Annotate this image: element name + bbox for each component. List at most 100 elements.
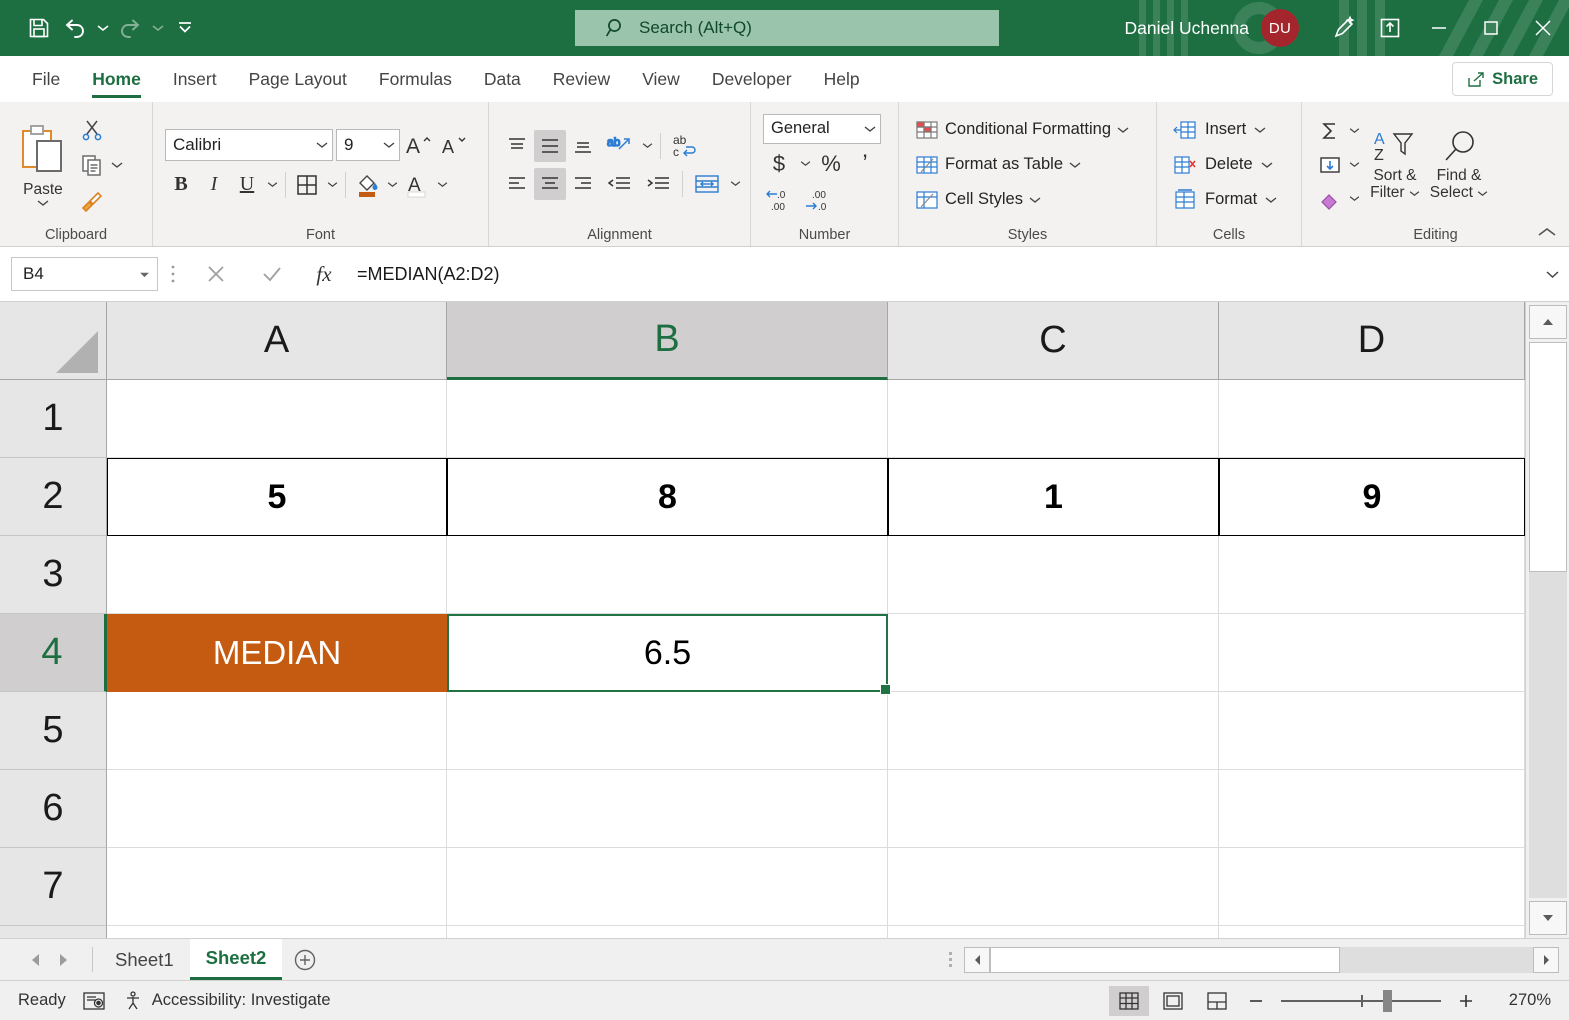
search-input[interactable]: Search (Alt+Q) <box>575 10 999 46</box>
cell-b3[interactable] <box>447 536 888 614</box>
tab-review[interactable]: Review <box>537 56 626 102</box>
accounting-dropdown-icon[interactable] <box>797 148 813 180</box>
sheet-tab-sheet1[interactable]: Sheet1 <box>99 939 190 980</box>
cell-styles-button[interactable]: Cell Styles <box>911 184 1133 216</box>
horizontal-scroll-thumb[interactable] <box>990 946 1340 973</box>
decrease-font-size-icon[interactable]: A <box>438 129 470 161</box>
sort-and-filter-button[interactable]: A Z Sort & Filter <box>1364 128 1426 201</box>
format-painter-icon[interactable] <box>76 184 108 216</box>
redo-dropdown-icon[interactable] <box>149 11 166 45</box>
cell-c4[interactable] <box>888 614 1219 692</box>
format-cells-button[interactable]: Format <box>1169 184 1281 216</box>
row-header-6[interactable]: 6 <box>0 770 107 848</box>
decrease-decimal-icon[interactable]: .0 .00 <box>763 184 801 216</box>
row-header-4[interactable]: 4 <box>0 614 107 692</box>
cell-d4[interactable] <box>1219 614 1525 692</box>
horizontal-scrollbar[interactable] <box>964 946 1559 973</box>
autosum-icon[interactable] <box>1314 115 1346 147</box>
cell-b2[interactable]: 8 <box>447 458 888 536</box>
insert-cells-dropdown-icon[interactable] <box>1254 126 1266 134</box>
zoom-in-button[interactable] <box>1451 986 1481 1016</box>
format-as-table-dropdown-icon[interactable] <box>1069 161 1081 169</box>
fill-color-icon[interactable] <box>351 169 383 201</box>
sheet-tab-sheet2[interactable]: Sheet2 <box>189 939 283 980</box>
cell-a2[interactable]: 5 <box>107 458 447 536</box>
next-sheet-icon[interactable] <box>50 947 76 973</box>
underline-button[interactable]: U <box>231 169 263 201</box>
tab-help[interactable]: Help <box>808 56 876 102</box>
cell-d6[interactable] <box>1219 770 1525 848</box>
tab-formulas[interactable]: Formulas <box>363 56 468 102</box>
cell-c8[interactable] <box>888 926 1219 938</box>
zoom-level-label[interactable]: 270% <box>1485 991 1551 1010</box>
format-as-table-button[interactable]: Format as Table <box>911 149 1133 181</box>
font-color-icon[interactable]: A <box>401 169 433 201</box>
page-break-preview-icon[interactable] <box>1197 986 1237 1016</box>
row-header-7[interactable]: 7 <box>0 848 107 926</box>
comma-style-icon[interactable]: ’ <box>849 148 881 180</box>
conditional-formatting-button[interactable]: Conditional Formatting <box>911 114 1133 146</box>
zoom-out-button[interactable] <box>1241 986 1271 1016</box>
borders-icon[interactable] <box>291 169 323 201</box>
row-header-2[interactable]: 2 <box>0 458 107 536</box>
cell-a5[interactable] <box>107 692 447 770</box>
copy-dropdown-icon[interactable] <box>111 161 123 169</box>
row-header-1[interactable]: 1 <box>0 380 107 458</box>
row-header-5[interactable]: 5 <box>0 692 107 770</box>
row-header-8[interactable] <box>0 926 107 938</box>
paste-dropdown-icon[interactable] <box>37 199 49 207</box>
cell-c6[interactable] <box>888 770 1219 848</box>
name-box-dropdown-icon[interactable] <box>139 271 150 278</box>
customize-quick-access-toolbar-icon[interactable] <box>168 11 202 45</box>
accessibility-status[interactable]: Accessibility: Investigate <box>122 990 331 1012</box>
bottom-align-icon[interactable] <box>567 130 599 162</box>
tab-view[interactable]: View <box>626 56 696 102</box>
cell-b6[interactable] <box>447 770 888 848</box>
add-sheet-icon[interactable] <box>282 939 328 980</box>
cut-icon[interactable] <box>76 114 108 146</box>
zoom-slider[interactable] <box>1275 986 1447 1016</box>
enter-formula-icon[interactable] <box>244 257 300 291</box>
orientation-dropdown-icon[interactable] <box>639 130 655 162</box>
center-icon[interactable] <box>534 167 566 200</box>
cell-c1[interactable] <box>888 380 1219 458</box>
page-layout-view-icon[interactable] <box>1153 986 1193 1016</box>
cell-c2[interactable]: 1 <box>888 458 1219 536</box>
minimize-button[interactable] <box>1413 0 1465 56</box>
maximize-button[interactable] <box>1465 0 1517 56</box>
column-header-c[interactable]: C <box>888 302 1219 380</box>
decrease-indent-icon[interactable] <box>600 168 638 200</box>
vertical-scroll-thumb[interactable] <box>1528 342 1567 572</box>
expand-formula-bar-icon[interactable] <box>1535 257 1569 291</box>
scroll-right-icon[interactable] <box>1533 946 1559 973</box>
vertical-scroll-track[interactable] <box>1528 342 1567 898</box>
normal-view-icon[interactable] <box>1109 985 1149 1016</box>
redo-icon[interactable] <box>113 11 147 45</box>
cell-d7[interactable] <box>1219 848 1525 926</box>
wrap-text-icon[interactable]: ab c <box>666 130 704 162</box>
font-color-dropdown-icon[interactable] <box>434 169 450 201</box>
undo-icon[interactable] <box>58 11 92 45</box>
column-header-a[interactable]: A <box>107 302 447 380</box>
vertical-scrollbar[interactable] <box>1525 302 1569 938</box>
insert-function-icon[interactable]: fx <box>300 257 348 291</box>
cell-d3[interactable] <box>1219 536 1525 614</box>
cell-a8[interactable] <box>107 926 447 938</box>
record-macro-icon[interactable] <box>82 990 106 1012</box>
font-size-input[interactable]: 9 <box>336 128 400 161</box>
collapse-ribbon-icon[interactable] <box>1537 226 1557 238</box>
cell-a3[interactable] <box>107 536 447 614</box>
delete-cells-dropdown-icon[interactable] <box>1261 161 1273 169</box>
tab-home[interactable]: Home <box>76 56 157 102</box>
cell-b5[interactable] <box>447 692 888 770</box>
underline-dropdown-icon[interactable] <box>264 169 280 201</box>
tab-page-layout[interactable]: Page Layout <box>233 56 363 102</box>
previous-sheet-icon[interactable] <box>22 947 48 973</box>
increase-decimal-icon[interactable]: .00 .0 <box>803 184 841 216</box>
select-all-corner[interactable] <box>0 302 107 380</box>
scroll-down-icon[interactable] <box>1528 901 1567 935</box>
insert-cells-button[interactable]: Insert <box>1169 114 1281 146</box>
fill-color-dropdown-icon[interactable] <box>384 169 400 201</box>
cell-a7[interactable] <box>107 848 447 926</box>
top-align-icon[interactable] <box>501 130 533 162</box>
